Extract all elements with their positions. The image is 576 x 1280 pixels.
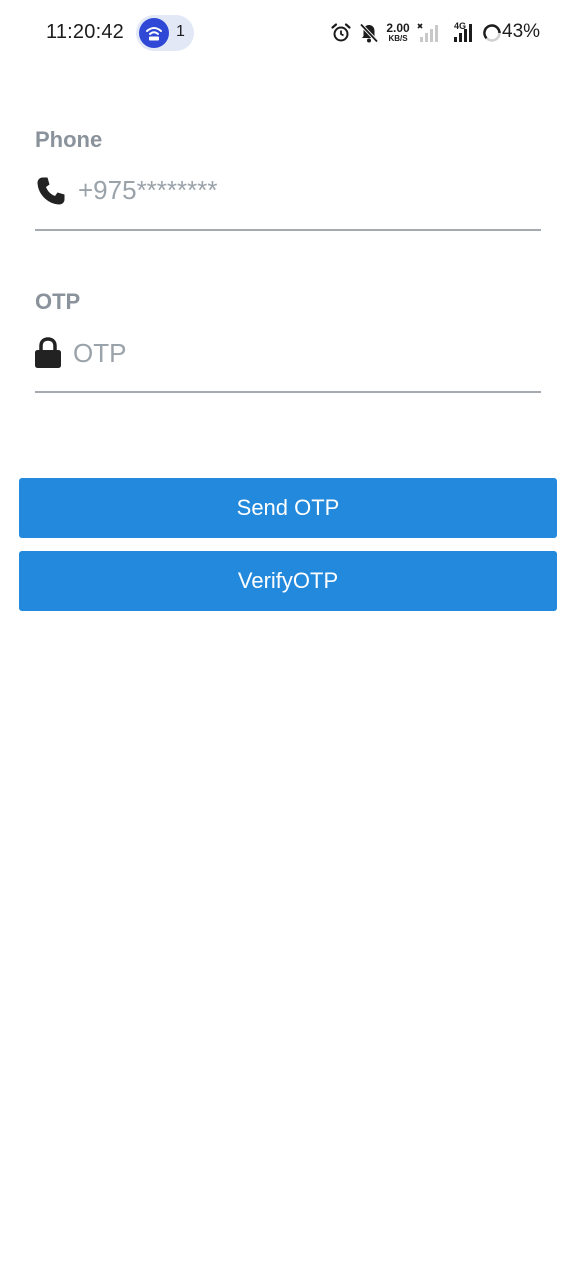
hotspot-count: 1	[176, 23, 185, 40]
otp-label: OTP	[35, 289, 81, 314]
phone-icon	[35, 175, 67, 212]
battery-percentage: 43%	[502, 21, 541, 42]
phone-input[interactable]	[78, 160, 538, 220]
alarm-icon	[330, 22, 352, 49]
signal-4g-icon: 4G	[448, 20, 478, 49]
status-time: 11:20:42	[46, 21, 124, 43]
phone-label: Phone	[35, 127, 103, 152]
silent-mode-icon	[358, 22, 380, 49]
otp-login-screen: 11:20:42 1 2.00 KB/S 4G 43% Phone +975**…	[0, 0, 576, 1280]
signal-sim1-icon	[416, 22, 442, 49]
network-speed-unit: KB/S	[388, 34, 408, 43]
otp-input[interactable]	[73, 323, 538, 383]
hotspot-indicator[interactable]: 1	[136, 15, 194, 51]
phone-underline	[35, 229, 541, 231]
lock-icon	[35, 336, 61, 375]
status-icons: 2.00 KB/S 4G 43%	[330, 18, 542, 48]
verify-otp-button[interactable]: VerifyOTP	[19, 551, 557, 611]
network-speed-value: 2.00	[386, 21, 410, 35]
otp-field[interactable]	[35, 323, 541, 383]
network-speed: 2.00 KB/S	[382, 22, 414, 43]
phone-field[interactable]	[35, 160, 541, 220]
otp-underline	[35, 391, 541, 393]
send-otp-button[interactable]: Send OTP	[19, 478, 557, 538]
battery-icon	[482, 23, 502, 48]
hotspot-icon	[139, 18, 169, 48]
status-bar: 11:20:42 1 2.00 KB/S 4G 43%	[0, 0, 576, 66]
